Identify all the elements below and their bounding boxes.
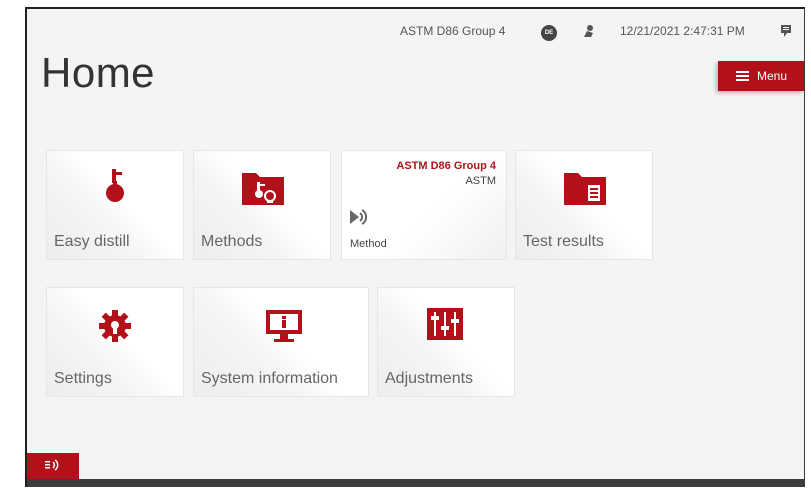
play-method-icon xyxy=(45,458,61,474)
tile-methods[interactable]: Methods xyxy=(193,150,331,260)
user-icon[interactable] xyxy=(582,24,596,41)
flask-icon xyxy=(105,169,127,210)
tile-label: Method xyxy=(350,238,387,250)
menu-button[interactable]: Menu xyxy=(718,61,804,91)
tile-current-method[interactable]: ASTM D86 Group 4 ASTM Method xyxy=(341,150,507,260)
page-title: Home xyxy=(41,49,156,96)
monitor-info-icon xyxy=(264,308,304,349)
quick-action-button[interactable] xyxy=(27,453,79,479)
tile-label: Settings xyxy=(54,370,112,387)
app-screen: ASTM D86 Group 4 DE 12/21/2021 2:47:31 P… xyxy=(25,7,805,487)
tile-label: System information xyxy=(201,370,338,387)
tile-easy-distill[interactable]: Easy distill xyxy=(46,150,184,260)
tile-test-results[interactable]: Test results xyxy=(515,150,653,260)
tile-label: Methods xyxy=(201,233,263,250)
bottom-bar xyxy=(27,479,804,487)
language-badge[interactable]: DE xyxy=(541,25,557,41)
hamburger-icon xyxy=(735,69,749,83)
methods-folder-icon xyxy=(240,169,286,212)
tile-settings[interactable]: Settings xyxy=(46,287,184,397)
datetime-display: 12/21/2021 2:47:31 PM xyxy=(620,24,745,38)
play-method-icon xyxy=(350,209,368,230)
results-folder-icon xyxy=(562,169,608,212)
active-method-name: ASTM D86 Group 4 xyxy=(400,24,506,38)
tile-adjustments[interactable]: Adjustments xyxy=(377,287,515,397)
current-method-title: ASTM D86 Group 4 xyxy=(396,160,496,172)
sliders-icon xyxy=(425,306,465,347)
status-bar: ASTM D86 Group 4 DE 12/21/2021 2:47:31 P… xyxy=(27,21,804,43)
gear-icon xyxy=(97,308,133,349)
tile-label: Adjustments xyxy=(385,370,474,387)
tile-system-information[interactable]: System information xyxy=(193,287,369,397)
current-method-standard: ASTM xyxy=(465,175,496,187)
menu-label: Menu xyxy=(756,69,788,83)
tile-label: Easy distill xyxy=(54,233,130,250)
messages-icon[interactable] xyxy=(779,24,793,41)
tile-label: Test results xyxy=(523,233,604,250)
